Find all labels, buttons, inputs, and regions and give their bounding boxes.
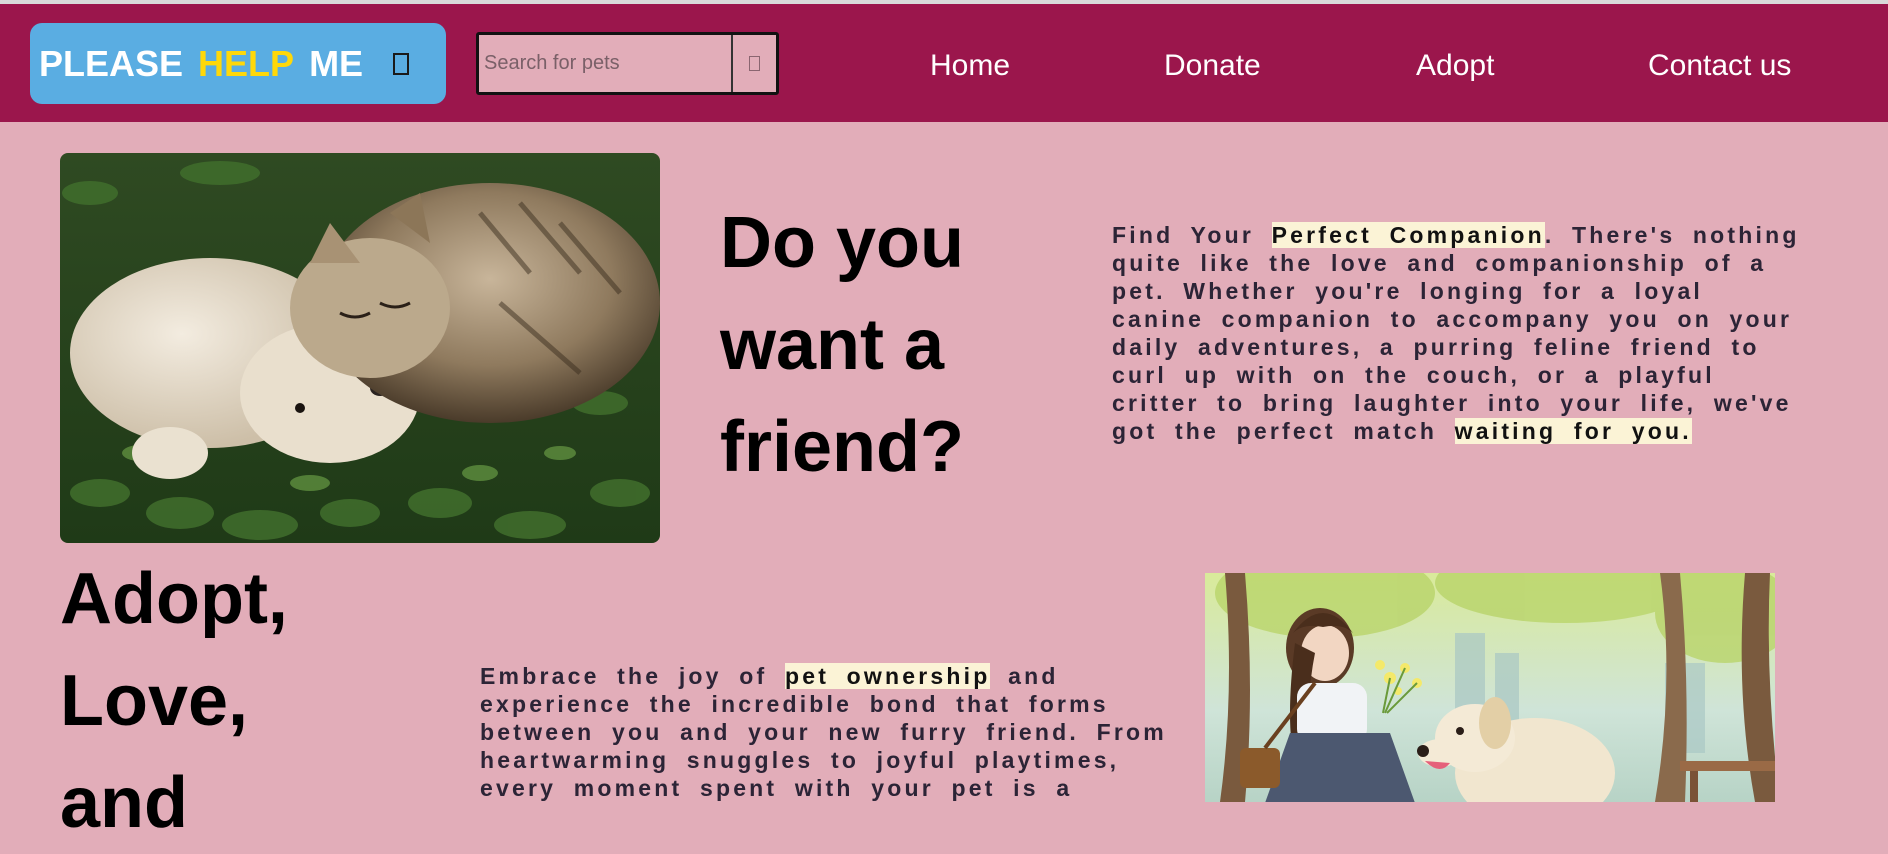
hero-heading-line: friend? <box>720 407 964 487</box>
text-segment: Embrace the joy of <box>480 663 785 689</box>
hero-heading: Do you want a friend? <box>720 192 1020 498</box>
adopt-heading: Adopt, Love, and <box>60 548 288 854</box>
paragraph-line: daily adventures, a purring feline frien… <box>1112 334 1760 360</box>
nav-home[interactable]: Home <box>930 48 1010 84</box>
paragraph-line: heartwarming snuggles to joyful playtime… <box>480 747 1120 773</box>
hero-heading-line: Do you <box>720 203 964 283</box>
search-bar <box>476 32 779 95</box>
nav-donate[interactable]: Donate <box>1164 48 1261 84</box>
paragraph-line: experience the incredible bond that form… <box>480 691 1109 717</box>
highlight-pet-ownership: pet ownership <box>784 663 991 689</box>
site-logo[interactable]: PLEASE HELP ME <box>30 23 446 104</box>
adopt-heading-line: and <box>60 763 189 843</box>
paragraph-line: curl up with on the couch, or a playful <box>1112 362 1715 388</box>
text-segment: Find Your <box>1112 222 1272 248</box>
search-icon <box>749 56 760 71</box>
search-button[interactable] <box>733 35 776 92</box>
logo-word-me: ME <box>309 42 364 84</box>
search-input[interactable] <box>479 35 733 92</box>
paragraph-line: quite like the love and companionship of… <box>1112 250 1767 276</box>
logo-word-please: PLEASE <box>39 42 184 84</box>
text-segment: and <box>990 663 1059 689</box>
hero-heading-line: want a <box>720 305 945 385</box>
paragraph-line: got the perfect match waiting for you. <box>1112 417 1800 445</box>
nav-contact-us[interactable]: Contact us <box>1648 48 1791 84</box>
paragraph-line: Embrace the joy of pet ownership and <box>480 662 1167 690</box>
paragraph-line: critter to bring laughter into your life… <box>1112 390 1792 416</box>
adopt-heading-line: Adopt, <box>60 559 288 639</box>
highlight-perfect-companion: Perfect Companion <box>1271 222 1545 248</box>
paw-icon <box>393 52 410 75</box>
logo-word-help: HELP <box>198 42 295 84</box>
paragraph-line: Find Your Perfect Companion. There's not… <box>1112 221 1800 249</box>
paragraph-line: canine companion to accompany you on you… <box>1112 306 1793 332</box>
site-header: PLEASE HELP ME Home Donate Adopt Contact… <box>0 4 1888 122</box>
adopt-heading-line: Love, <box>60 661 249 741</box>
intro-paragraph: Find Your Perfect Companion. There's not… <box>1112 221 1800 445</box>
paragraph-line: between you and your new furry friend. F… <box>480 719 1167 745</box>
paragraph-line: every moment spent with your pet is a <box>480 775 1073 801</box>
ownership-paragraph: Embrace the joy of pet ownership and exp… <box>480 662 1167 802</box>
highlight-waiting-for-you: waiting for you. <box>1454 418 1692 444</box>
paragraph-line: pet. Whether you're longing for a loyal <box>1112 278 1704 304</box>
text-segment: got the perfect match <box>1112 418 1455 444</box>
cat-dog-photo <box>60 153 660 543</box>
nav-adopt[interactable]: Adopt <box>1416 48 1494 84</box>
text-segment: . There's nothing <box>1544 222 1800 248</box>
girl-dog-illustration <box>1205 573 1775 802</box>
